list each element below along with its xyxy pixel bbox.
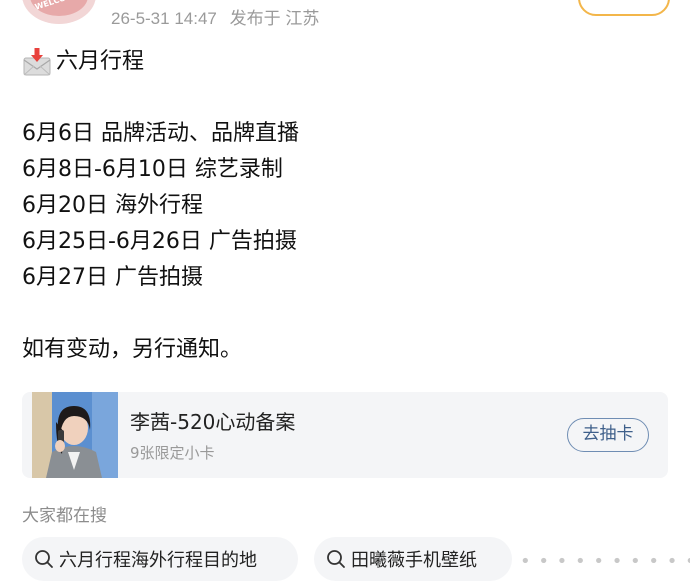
post-timestamp: 26-5-31 14:47 bbox=[111, 9, 217, 28]
envelope-with-arrow-icon bbox=[23, 48, 51, 76]
post-location: 发布于 江苏 bbox=[229, 9, 320, 28]
post-meta: 26-5-31 14:47 发布于 江苏 bbox=[111, 4, 319, 29]
card-photo bbox=[32, 392, 118, 478]
more-suggestions-fade: • • • • • • • • • • • bbox=[520, 551, 690, 572]
card-title: 李茜-520心动备案 bbox=[130, 410, 296, 434]
search-heading: 大家都在搜 bbox=[22, 506, 107, 526]
schedule-item: 6月25日-6月26日 广告拍摄 bbox=[22, 229, 297, 254]
search-suggestion-label: 六月行程海外行程目的地 bbox=[59, 550, 257, 571]
search-suggestion-label: 田曦薇手机壁纸 bbox=[351, 550, 477, 571]
schedule-item: 6月20日 海外行程 bbox=[22, 193, 203, 218]
schedule-item: 6月27日 广告拍摄 bbox=[22, 265, 203, 290]
post-title-line: 六月行程 bbox=[22, 44, 662, 80]
schedule-item: 6月8日-6月10日 综艺录制 bbox=[22, 157, 283, 182]
search-icon bbox=[327, 550, 345, 568]
schedule-item: 6月6日 品牌活动、品牌直播 bbox=[22, 121, 299, 146]
post-title: 六月行程 bbox=[56, 49, 145, 74]
follow-button[interactable] bbox=[578, 0, 670, 16]
search-icon bbox=[35, 550, 53, 568]
avatar[interactable]: WELCOME bbox=[22, 0, 96, 24]
search-suggestion-chip[interactable]: 六月行程海外行程目的地 bbox=[22, 537, 298, 581]
card-promo[interactable]: 李茜-520心动备案 9张限定小卡 去抽卡 bbox=[22, 392, 668, 478]
post-footer-note: 如有变动，另行通知。 bbox=[22, 337, 243, 362]
post-body: 六月行程 6月6日 品牌活动、品牌直播 6月8日-6月10日 综艺录制 6月20… bbox=[22, 44, 662, 368]
draw-card-button[interactable]: 去抽卡 bbox=[567, 418, 649, 452]
search-suggestion-chip[interactable]: 田曦薇手机壁纸 bbox=[314, 537, 512, 581]
card-subtitle: 9张限定小卡 bbox=[130, 444, 215, 462]
